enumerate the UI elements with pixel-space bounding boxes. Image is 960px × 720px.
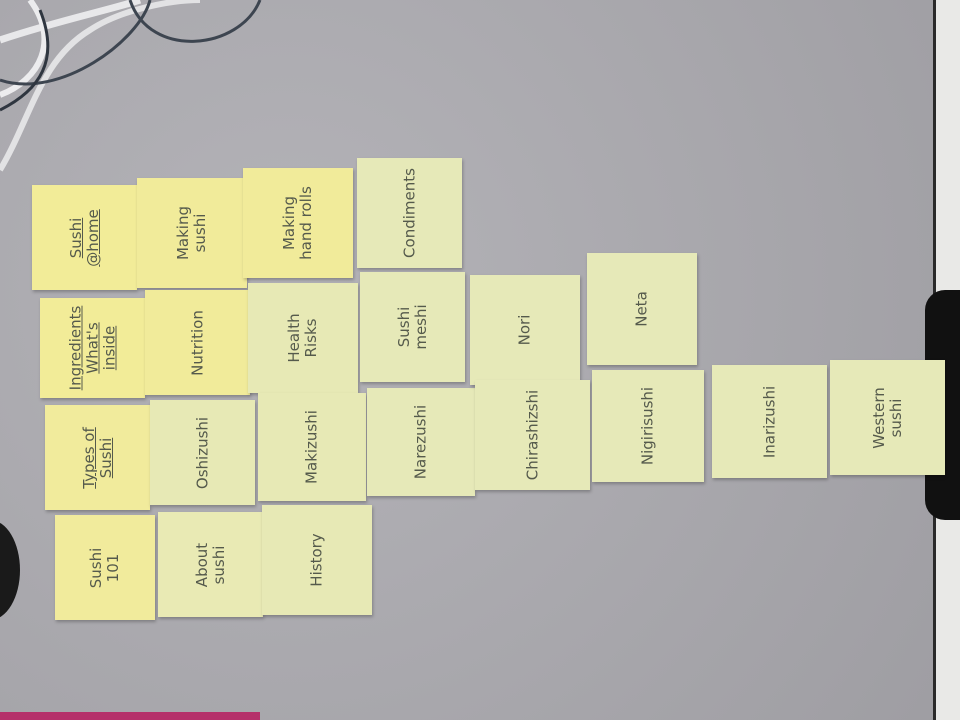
sticky-note: History (262, 505, 372, 615)
sticky-note-label: Nutrition (188, 309, 206, 376)
sticky-note-label: Condiments (400, 168, 418, 258)
sticky-note: Oshizushi (150, 400, 255, 505)
pink-strip (0, 712, 260, 720)
sticky-note: Neta (587, 253, 697, 365)
sticky-note-label: Makizushi (302, 410, 321, 484)
sticky-note-label: History (307, 533, 326, 587)
sticky-note: Ingredients What's inside (40, 298, 145, 398)
sticky-note-label: Health Risks (285, 313, 320, 363)
sticky-note-label: Inarizushi (760, 385, 778, 458)
black-object (0, 520, 20, 620)
sticky-note: Health Risks (248, 283, 358, 393)
sticky-note-label: Narezushi (411, 404, 430, 480)
sticky-note: Narezushi (367, 388, 475, 496)
sticky-note: Sushi 101 (55, 515, 155, 620)
sticky-note: Sushi meshi (360, 272, 465, 382)
sticky-note: Sushi @home (32, 185, 137, 290)
sticky-note-label: Chirashizshi (523, 389, 541, 481)
sticky-note: Nigirisushi (592, 370, 704, 482)
sticky-note-label: Types of Sushi (79, 426, 115, 489)
sticky-note: About sushi (158, 512, 263, 617)
sticky-note: Condiments (357, 158, 462, 268)
sticky-note-label: Sushi 101 (87, 547, 122, 588)
sticky-note-label: Ingredients What's inside (66, 305, 118, 391)
sticky-note: Types of Sushi (45, 405, 150, 510)
sticky-note-label: Sushi @home (66, 208, 102, 267)
sticky-note-label: Western sushi (869, 386, 905, 449)
sticky-note: Inarizushi (712, 365, 827, 478)
sticky-note: Making sushi (137, 178, 247, 288)
sticky-note: Makizushi (258, 393, 366, 501)
sticky-note-label: Oshizushi (193, 416, 211, 489)
sticky-note: Western sushi (830, 360, 945, 475)
sticky-note-label: Making hand rolls (280, 186, 315, 260)
sticky-note: Nutrition (145, 290, 250, 395)
sticky-note-label: Neta (632, 291, 651, 327)
sticky-note-label: Nori (515, 314, 534, 346)
sticky-note-label: Nigirisushi (638, 386, 657, 466)
sticky-note-label: Making sushi (174, 205, 209, 261)
sticky-note-label: Sushi meshi (394, 304, 430, 350)
sticky-note-label: About sushi (192, 542, 228, 587)
sticky-note: Nori (470, 275, 580, 385)
sticky-note: Making hand rolls (243, 168, 353, 278)
sticky-note: Chirashizshi (475, 380, 590, 490)
